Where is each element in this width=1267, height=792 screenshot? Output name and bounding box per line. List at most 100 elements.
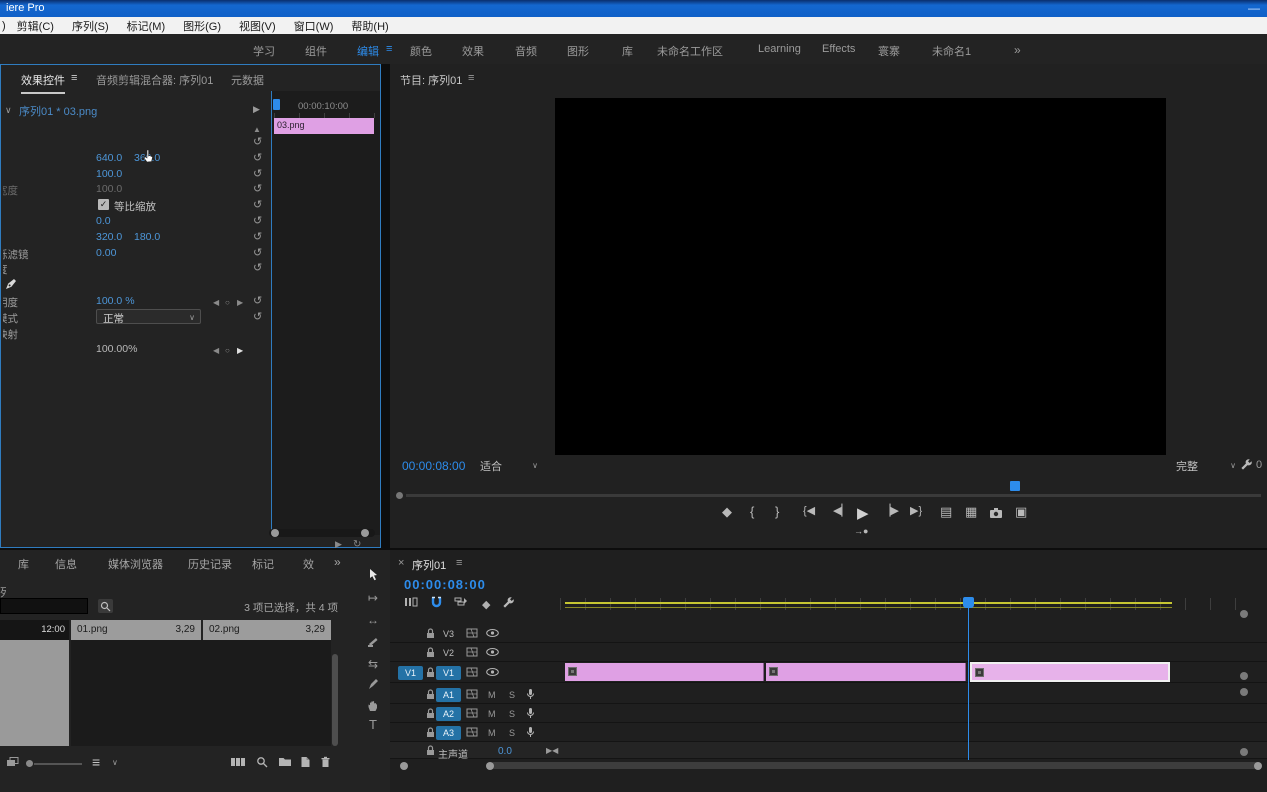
ws-tab-learn[interactable]: 学习 [253,43,275,59]
tab-info[interactable]: 信息 [55,556,77,572]
ws-tab-learning-en[interactable]: Learning [758,43,801,55]
automate-to-sequence-icon[interactable] [230,756,246,768]
a1-lock-icon[interactable] [426,689,435,700]
v2-lock-icon[interactable] [426,647,435,658]
ws-tab-effects[interactable]: 效果 [462,43,484,59]
a1-mute-button[interactable]: M [488,690,496,700]
tool-pen-icon[interactable] [356,674,390,694]
ec-play-audio-icon[interactable]: ▶ [335,539,342,550]
ec-toggle-effects-icon[interactable]: ↻ [353,539,361,550]
master-volume-value[interactable]: 0.0 [498,746,512,757]
reset-uniform-scale-icon[interactable]: ↺ [253,198,265,211]
tool-slip-icon[interactable]: ⇆ [356,654,390,674]
v2-target-button[interactable]: V2 [436,646,461,660]
find-icon[interactable] [98,599,113,613]
ws-tab-assembly[interactable]: 组件 [305,43,327,59]
step-forward-icon[interactable]: ▕▶ [882,504,899,517]
v2-sync-lock-icon[interactable] [466,647,478,657]
list-view-icon[interactable]: ≡ [92,754,100,770]
position-x-value[interactable]: 640.0 [96,152,122,164]
reset-scale-icon[interactable]: ↺ [253,167,265,180]
audio-scroll-handle-top[interactable] [1240,688,1248,696]
tool-track-select-icon[interactable]: ↦ [356,588,390,608]
project-overflow-chevron[interactable]: » [334,555,341,569]
a3-mic-icon[interactable] [526,726,535,738]
ec-playhead[interactable] [273,99,280,110]
ws-tab-color[interactable]: 颜色 [410,43,432,59]
ec-expand-arrow-icon[interactable]: ▶ [253,104,260,115]
thumb-zoom-slider-track[interactable] [34,763,82,765]
timeline-tab-sequence01[interactable]: 序列01 [412,557,446,573]
audio-scroll-handle-bottom[interactable] [1240,748,1248,756]
reset-motion-icon[interactable]: ↺ [253,135,265,148]
tab-markers[interactable]: 标记 [252,556,274,572]
a2-sync-lock-icon[interactable] [466,708,478,718]
project-search-input[interactable] [0,598,88,614]
lift-icon[interactable]: ▤ [940,504,952,520]
opacity-add-keyframe-icon[interactable]: ○ [225,298,230,307]
a2-lock-icon[interactable] [426,708,435,719]
reset-opacity-icon[interactable]: ↺ [253,261,265,274]
tool-type-icon[interactable]: T [356,714,390,734]
new-bin-folder-icon[interactable] [278,756,292,767]
reset-blend-mode-icon[interactable]: ↺ [253,310,265,323]
work-area-bar[interactable] [565,602,1172,608]
timeline-settings-wrench-icon[interactable] [502,596,515,609]
ec-zoom-handle-right[interactable] [361,529,369,537]
clip-thumbnail[interactable] [0,640,69,746]
ws-tab-editing-menu-icon[interactable]: ≡ [386,43,392,55]
timeline-close-icon[interactable]: × [398,557,404,569]
ws-tab-graphics[interactable]: 图形 [567,43,589,59]
step-back-icon[interactable]: ◀▏ [833,504,850,517]
ec-zoom-handle-left[interactable] [271,529,279,537]
find-bin-icon[interactable] [256,756,268,768]
a3-mute-button[interactable]: M [488,728,496,738]
ws-tab-custom[interactable]: 寰寨 [878,43,900,59]
reset-scale-width-icon[interactable]: ↺ [253,182,265,195]
ec-clip-bar[interactable]: 03.png [274,118,374,134]
antiflicker-value[interactable]: 0.00 [96,247,116,259]
tab-history[interactable]: 历史记录 [188,556,232,572]
readonly-toggle-icon[interactable] [6,756,20,768]
timeline-clip-1[interactable] [565,663,764,681]
program-seek-playhead[interactable] [1010,481,1020,491]
clip-item-01[interactable]: 01.png 3,29 [71,620,201,640]
program-settings-wrench-icon[interactable] [1240,458,1253,471]
reset-opacity-value-icon[interactable]: ↺ [253,294,265,307]
program-video-frame[interactable] [555,98,1166,455]
tab-effect-controls[interactable]: 效果控件 [21,72,65,94]
thumb-zoom-slider-handle[interactable] [26,760,33,767]
v1-target-button[interactable]: V1 [436,666,461,680]
program-quality-select[interactable]: 完整 ∨ [1172,456,1238,473]
timeline-zoom-handle-left[interactable] [486,762,494,770]
timeline-timecode[interactable]: 00:00:08:00 [404,577,486,592]
timeline-zoom-handle-right[interactable] [1254,762,1262,770]
add-marker-icon[interactable]: ◆ [722,504,732,520]
reset-antiflicker-icon[interactable]: ↺ [253,246,265,259]
a3-target-button[interactable]: A3 [436,726,461,740]
timeline-scroll-left-circle[interactable] [400,762,408,770]
a1-mic-icon[interactable] [526,688,535,700]
rotation-value[interactable]: 0.0 [96,215,111,227]
menu-view[interactable]: 视图(V) [230,18,285,34]
program-panel-menu-icon[interactable]: ≡ [468,72,474,84]
v1-lock-icon[interactable] [426,667,435,678]
menu-window[interactable]: 窗口(W) [285,18,343,34]
button-editor-icon[interactable]: →● [854,526,868,536]
ws-overflow-chevron[interactable]: » [1014,43,1021,57]
a2-target-button[interactable]: A2 [436,707,461,721]
opacity-value[interactable]: 100.0 % [96,295,135,307]
video-scroll-handle-top[interactable] [1240,610,1248,618]
reset-anchor-icon[interactable]: ↺ [253,230,265,243]
ws-tab-unnamed1[interactable]: 未命名1 [932,43,971,59]
tool-selection-icon[interactable] [356,564,390,584]
ws-tab-audio[interactable]: 音频 [515,43,537,59]
ec-zoom-scrollbar[interactable] [269,529,375,537]
a1-target-button[interactable]: A1 [436,688,461,702]
nest-indicator-icon[interactable] [404,596,418,608]
clip-collapse-chevron-icon[interactable]: ∨ [5,105,12,116]
program-seek-left-handle[interactable] [396,492,403,499]
v3-target-button[interactable]: V3 [436,627,461,641]
master-fit-icon[interactable]: ▶◀ [546,746,558,755]
uniform-scale-checkbox[interactable]: ✓ [98,199,109,210]
